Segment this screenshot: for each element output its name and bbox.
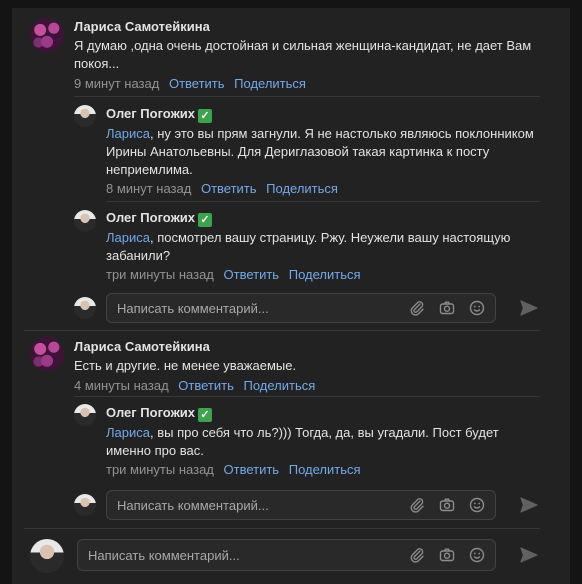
reply-link[interactable]: Ответить [224, 462, 280, 477]
mention-link[interactable]: Лариса [106, 425, 150, 440]
reply-link[interactable]: Ответить [201, 181, 257, 196]
comment: Лариса Самотейкина Есть и другие. не мен… [74, 339, 554, 393]
send-icon[interactable] [519, 495, 539, 515]
comment: Лариса Самотейкина Я думаю ,одна очень д… [74, 19, 554, 91]
verified-icon: ✓ [198, 109, 213, 123]
comment-author[interactable]: Олег Погожих ✓ [106, 405, 546, 422]
main-comment-input[interactable]: Написать комментарий... [77, 539, 496, 571]
reply-comment-input[interactable]: Написать комментарий... [106, 293, 496, 323]
comment-time[interactable]: три минуты назад [106, 462, 214, 477]
verified-icon: ✓ [198, 408, 213, 422]
input-placeholder: Написать комментарий... [88, 548, 240, 563]
send-icon[interactable] [519, 298, 539, 318]
avatar[interactable] [74, 105, 96, 127]
emoji-icon[interactable] [469, 497, 485, 513]
avatar[interactable] [30, 337, 64, 371]
attach-icon[interactable] [409, 547, 425, 563]
camera-icon[interactable] [439, 497, 455, 513]
comment-time[interactable]: 9 минут назад [74, 76, 159, 91]
share-link[interactable]: Поделиться [289, 267, 361, 282]
divider [24, 330, 540, 331]
divider [24, 528, 540, 529]
share-link[interactable]: Поделиться [234, 76, 306, 91]
camera-icon[interactable] [439, 547, 455, 563]
comment-text: Я думаю ,одна очень достойная и сильная … [74, 38, 532, 71]
reply-comment: Олег Погожих ✓ Лариса, вы про себя что ль… [106, 405, 546, 477]
attach-icon[interactable] [409, 300, 425, 316]
mention-link[interactable]: Лариса [106, 230, 150, 245]
avatar [74, 494, 96, 516]
divider [74, 396, 540, 397]
reply-comment-input[interactable]: Написать комментарий... [106, 490, 496, 520]
attach-icon[interactable] [409, 497, 425, 513]
comments-panel: Лариса Самотейкина Я думаю ,одна очень д… [12, 8, 570, 584]
comment-meta: 4 минуты назад Ответить Поделиться [74, 378, 554, 393]
share-link[interactable]: Поделиться [244, 378, 316, 393]
share-link[interactable]: Поделиться [266, 181, 338, 196]
comment-time[interactable]: три минуты назад [106, 267, 214, 282]
share-link[interactable]: Поделиться [289, 462, 361, 477]
reply-link[interactable]: Ответить [178, 378, 234, 393]
reply-link[interactable]: Ответить [224, 267, 280, 282]
comment-text: Лариса, посмотрел вашу страницу. Ржу. Не… [106, 230, 511, 263]
comment-text: Лариса, ну это вы прям загнули. Я не нас… [106, 126, 534, 177]
comment-author[interactable]: Лариса Самотейкина [74, 19, 554, 34]
camera-icon[interactable] [439, 300, 455, 316]
reply-comment: Олег Погожих ✓ Лариса, посмотрел вашу стр… [106, 210, 546, 282]
comment-author[interactable]: Олег Погожих ✓ [106, 106, 546, 123]
avatar [30, 539, 64, 573]
input-placeholder: Написать комментарий... [117, 498, 269, 513]
comment-author[interactable]: Олег Погожих ✓ [106, 210, 546, 227]
comment-meta: три минуты назад Ответить Поделиться [106, 462, 546, 477]
avatar[interactable] [74, 404, 96, 426]
comment-meta: 9 минут назад Ответить Поделиться [74, 76, 554, 91]
input-placeholder: Написать комментарий... [117, 301, 269, 316]
reply-link[interactable]: Ответить [169, 76, 225, 91]
comment-time[interactable]: 4 минуты назад [74, 378, 169, 393]
divider [106, 201, 540, 202]
avatar[interactable] [30, 18, 64, 52]
verified-icon: ✓ [198, 213, 213, 227]
comment-text: Есть и другие. не менее уважаемые. [74, 358, 297, 373]
comment-meta: три минуты назад Ответить Поделиться [106, 267, 546, 282]
reply-comment: Олег Погожих ✓ Лариса, ну это вы прям заг… [106, 106, 546, 196]
avatar[interactable] [74, 210, 96, 232]
mention-link[interactable]: Лариса [106, 126, 150, 141]
comment-meta: 8 минут назад Ответить Поделиться [106, 181, 546, 196]
send-icon[interactable] [519, 545, 539, 565]
comment-text: Лариса, вы про себя что ль?))) Тогда, да… [106, 425, 499, 458]
emoji-icon[interactable] [469, 300, 485, 316]
divider [74, 96, 540, 97]
comment-author[interactable]: Лариса Самотейкина [74, 339, 554, 354]
comment-time[interactable]: 8 минут назад [106, 181, 191, 196]
avatar [74, 297, 96, 319]
emoji-icon[interactable] [469, 547, 485, 563]
